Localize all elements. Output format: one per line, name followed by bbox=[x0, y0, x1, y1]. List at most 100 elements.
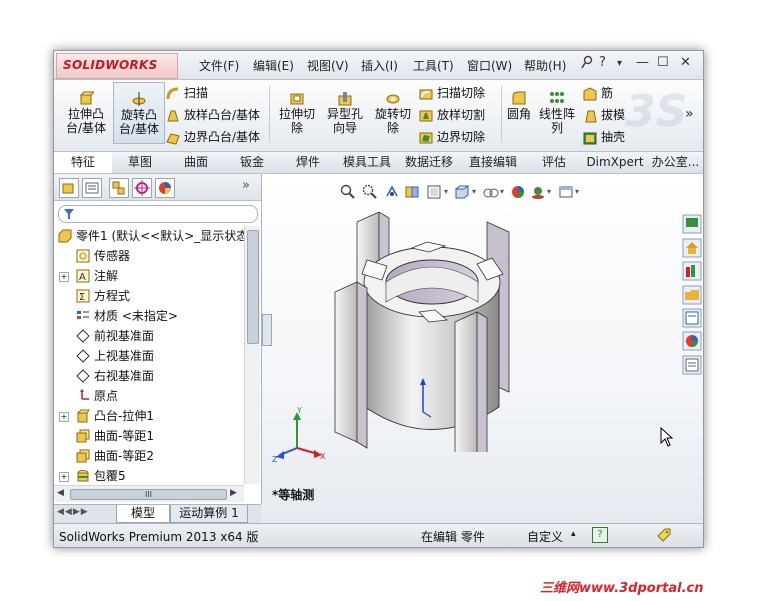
tab-model[interactable]: 模型 bbox=[116, 505, 170, 523]
propertymanager-tab-button[interactable] bbox=[82, 178, 102, 198]
tree-item-label: 前视基准面 bbox=[94, 329, 155, 343]
file-explorer-icon[interactable] bbox=[682, 285, 702, 305]
equation-icon: Σ bbox=[76, 289, 90, 303]
view-palette-icon[interactable] bbox=[682, 308, 702, 328]
revolve-boss-button[interactable]: 旋转凸 台/基体 bbox=[113, 82, 165, 144]
view-orientation-icon[interactable] bbox=[454, 184, 470, 200]
menu-edit[interactable]: 编辑(E) bbox=[253, 57, 294, 74]
scroll-left-arrow-icon[interactable]: ◀ bbox=[57, 488, 64, 498]
expand-toggle[interactable]: + bbox=[59, 272, 69, 282]
revolve-cut-button[interactable]: 旋转切 除 bbox=[370, 90, 416, 135]
menu-file[interactable]: 文件(F) bbox=[199, 57, 239, 74]
tree-filter-input[interactable] bbox=[58, 205, 258, 223]
pin-icon[interactable] bbox=[581, 55, 593, 73]
rebuild-tag-icon[interactable] bbox=[656, 527, 672, 543]
tab-motion-study[interactable]: 运动算例 1 bbox=[170, 505, 248, 523]
dropdown-arrow-icon[interactable]: ▾ bbox=[547, 187, 551, 196]
menu-tools[interactable]: 工具(T) bbox=[413, 57, 454, 74]
tree-horizontal-scrollbar[interactable]: ◀ III ▶ bbox=[54, 485, 244, 502]
dropdown-arrow-icon[interactable]: ▾ bbox=[500, 187, 504, 196]
linear-pattern-button[interactable]: 线性阵 列 bbox=[536, 90, 578, 135]
dimxpertmanager-tab-button[interactable] bbox=[132, 178, 152, 198]
draft-button[interactable]: 拔模 bbox=[583, 106, 625, 124]
panel-more-button[interactable]: » bbox=[242, 178, 250, 193]
boundary-boss-button[interactable]: 边界凸台/基体 bbox=[166, 128, 260, 146]
tree-item-label: 凸台-拉伸1 bbox=[94, 409, 154, 423]
scene-icon[interactable] bbox=[530, 184, 546, 200]
tab-dimxpert[interactable]: DimXpert bbox=[582, 152, 649, 172]
swept-cut-button[interactable]: 扫描切除 bbox=[419, 84, 485, 102]
dropdown-arrow-icon[interactable]: ▾ bbox=[444, 187, 448, 196]
extrude-boss-button[interactable]: 拉伸凸 台/基体 bbox=[62, 90, 110, 135]
dynamic-annotation-view-icon[interactable] bbox=[426, 184, 442, 200]
tab-direct-editing[interactable]: 直接编辑 bbox=[460, 152, 527, 172]
menu-help[interactable]: 帮助(H) bbox=[524, 57, 566, 74]
help-button[interactable]: ? bbox=[599, 55, 606, 70]
section-view-icon[interactable] bbox=[404, 184, 420, 200]
sweep-button[interactable]: 扫描 bbox=[166, 84, 208, 102]
hole-wizard-button[interactable]: 异型孔 向导 bbox=[322, 90, 368, 135]
minimize-button[interactable]: — bbox=[636, 55, 649, 70]
fillet-button[interactable]: 圆角 bbox=[504, 90, 534, 121]
home-icon[interactable] bbox=[682, 238, 702, 258]
solidworks-resources-icon[interactable] bbox=[682, 214, 702, 234]
extrude-cut-button[interactable]: 拉伸切 除 bbox=[274, 90, 320, 135]
tab-sketch[interactable]: 草图 bbox=[112, 152, 169, 172]
restore-button[interactable]: ☐ bbox=[657, 55, 669, 70]
displaymanager-tab-button[interactable] bbox=[155, 178, 175, 198]
tab-surfaces[interactable]: 曲面 bbox=[168, 152, 225, 172]
solidworks-logo-button[interactable]: SOLIDWORKS bbox=[56, 53, 178, 79]
custom-properties-icon[interactable] bbox=[682, 355, 702, 375]
previous-view-icon[interactable] bbox=[384, 184, 400, 200]
units-selector[interactable]: 自定义 bbox=[527, 528, 563, 545]
view-settings-icon[interactable] bbox=[558, 184, 574, 200]
svg-text:A: A bbox=[79, 272, 86, 283]
lofted-cut-button[interactable]: 放样切割 bbox=[419, 106, 485, 124]
expand-toggle[interactable]: + bbox=[59, 412, 69, 422]
menu-window[interactable]: 窗口(W) bbox=[467, 57, 512, 74]
dropdown-arrow-icon[interactable]: ▾ bbox=[472, 187, 476, 196]
tab-mold-tools[interactable]: 模具工具 bbox=[336, 152, 399, 172]
tree-vertical-scrollbar[interactable] bbox=[244, 226, 260, 484]
part-model-3d[interactable] bbox=[327, 212, 542, 452]
zoom-to-area-icon[interactable] bbox=[362, 184, 378, 200]
scrollbar-thumb[interactable]: III bbox=[70, 489, 227, 500]
shell-button[interactable]: 抽壳 bbox=[583, 128, 625, 146]
units-caret-icon[interactable]: ▴ bbox=[571, 529, 576, 539]
tab-scroll-arrows-icon[interactable]: ◀◀▶▶ bbox=[57, 507, 89, 517]
loft-boss-label: 放样凸台/基体 bbox=[184, 108, 261, 122]
graphics-viewport[interactable]: ▾ ▾ ▾ ▾ ▾ Y X Z *等轴测 bbox=[262, 174, 703, 522]
menu-view[interactable]: 视图(V) bbox=[307, 57, 349, 74]
zoom-to-fit-icon[interactable] bbox=[340, 184, 356, 200]
appearance-icon[interactable] bbox=[510, 184, 526, 200]
help-status-button[interactable]: ? bbox=[592, 527, 608, 543]
tab-sheet-metal[interactable]: 钣金 bbox=[224, 152, 281, 172]
boundary-cut-button[interactable]: 边界切除 bbox=[419, 128, 485, 146]
displaymanager-icon bbox=[159, 182, 171, 194]
dropdown-arrow-icon[interactable]: ▾ bbox=[575, 187, 579, 196]
plane-icon bbox=[76, 349, 90, 363]
appearances-scenes-icon[interactable] bbox=[682, 331, 702, 351]
configurationmanager-tab-button[interactable] bbox=[109, 178, 129, 198]
loft-boss-button[interactable]: 放样凸台/基体 bbox=[166, 106, 260, 124]
rib-button[interactable]: 筋 bbox=[583, 84, 613, 102]
close-button[interactable]: ✕ bbox=[680, 55, 691, 70]
tab-weldments[interactable]: 焊件 bbox=[280, 152, 337, 172]
tab-features[interactable]: 特征 bbox=[54, 152, 113, 173]
featuremanager-tab-button[interactable] bbox=[59, 178, 79, 198]
design-library-icon[interactable] bbox=[682, 261, 702, 281]
panel-collapse-handle[interactable] bbox=[262, 314, 272, 346]
help-dropdown[interactable]: ▾ bbox=[617, 58, 622, 69]
scroll-right-arrow-icon[interactable]: ▶ bbox=[230, 488, 237, 498]
revolve-cut-icon bbox=[386, 94, 400, 104]
loft-boss-icon bbox=[167, 110, 179, 121]
scrollbar-thumb[interactable] bbox=[247, 230, 259, 344]
tab-data-migration[interactable]: 数据迁移 bbox=[398, 152, 461, 172]
more-commands-button[interactable]: » bbox=[685, 106, 694, 122]
hole-wizard-label: 异型孔 向导 bbox=[326, 107, 363, 135]
display-style-icon[interactable] bbox=[483, 184, 499, 200]
expand-toggle[interactable]: + bbox=[59, 472, 69, 482]
tab-evaluate[interactable]: 评估 bbox=[526, 152, 583, 172]
tab-office[interactable]: 办公室... bbox=[648, 152, 703, 172]
menu-insert[interactable]: 插入(I) bbox=[361, 57, 398, 74]
